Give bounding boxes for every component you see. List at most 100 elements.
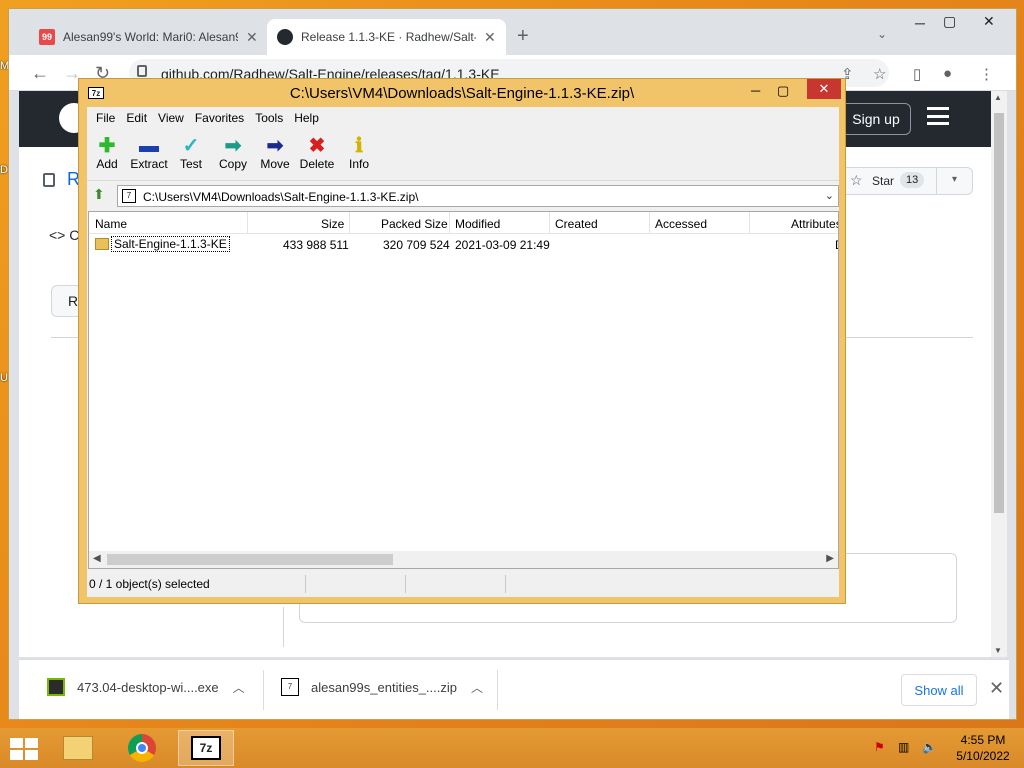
col-attributes[interactable]: Attributes [791,217,838,231]
window-title: C:\Users\VM4\Downloads\Salt-Engine-1.1.3… [289,85,635,102]
7zip-client: File Edit View Favorites Tools Help ✚ Ad… [87,107,839,597]
back-arrow-icon[interactable]: ← [31,63,49,84]
col-modified[interactable]: Modified [455,217,500,231]
move-arrow-icon: ➡ [266,135,284,157]
lock-icon [137,65,147,77]
menu-help[interactable]: Help [291,107,323,129]
tab-search-chevron-icon[interactable]: ⌄ [877,27,887,41]
divider [349,212,350,234]
chevron-up-icon[interactable]: ︿ [471,679,483,696]
github-favicon-icon [277,29,293,45]
close-window-icon[interactable]: ✕ [807,79,841,99]
new-tab-icon[interactable]: + [517,25,529,48]
tab-code[interactable]: <> C [49,227,79,243]
download-filename: alesan99s_entities_....zip [311,679,457,695]
close-shelf-icon[interactable]: ✕ [989,678,1004,699]
divider [405,575,406,593]
col-name[interactable]: Name [95,217,127,231]
star-icon: ☆ [850,172,863,188]
chevron-up-icon[interactable]: ︿ [233,679,245,696]
path-combobox[interactable]: 7 C:\Users\VM4\Downloads\Salt-Engine-1.1… [117,185,839,207]
minimize-icon[interactable]: ─ [915,15,925,31]
row-attributes: D [835,238,838,252]
7zip-icon[interactable]: 7z [178,730,234,766]
move-label: Move [260,157,290,171]
divider [505,575,506,593]
speaker-muted-icon[interactable]: 🔈 [922,740,937,754]
tab-strip: 99 Alesan99's World: Mari0: Alesan99 ✕ R… [9,9,1016,55]
col-accessed[interactable]: Accessed [655,217,707,231]
add-label: Add [96,157,118,171]
copy-label: Copy [218,157,247,171]
info-label: Info [348,157,369,171]
scroll-thumb[interactable] [994,113,1004,513]
scroll-left-icon[interactable]: ◀ [93,553,101,564]
add-button[interactable]: ✚ Add [83,135,131,171]
archive-icon: 7 [122,189,136,203]
scroll-thumb[interactable] [107,554,393,565]
menu-file[interactable]: File [93,107,119,129]
move-button[interactable]: ➡ Move [251,135,299,171]
test-button[interactable]: ✓ Test [167,135,215,171]
divider [649,212,650,234]
caret-down-icon[interactable]: ▾ [952,174,957,185]
info-button[interactable]: ℹ Info [335,135,383,171]
repo-icon [43,173,55,187]
network-icon[interactable]: ▥ [898,740,909,754]
dropdown-chevron-icon[interactable]: ⌄ [825,189,834,202]
divider [449,212,450,234]
clock[interactable]: 4:55 PM 5/10/2022 [950,732,1016,764]
copy-button[interactable]: ➡ Copy [209,135,257,171]
close-tab-icon[interactable]: ✕ [246,29,258,46]
folder-icon [95,238,109,250]
star-count: 13 [900,172,925,188]
folder-up-icon[interactable]: ⬆ [93,186,111,204]
chrome-icon[interactable] [114,730,170,766]
scroll-up-icon[interactable]: ▲ [994,93,1002,102]
7zip-icon: 7 [281,678,299,696]
maximize-icon[interactable]: ▢ [777,83,789,99]
file-list[interactable]: Name Size Packed Size Modified Created A… [88,211,839,569]
delete-x-icon: ✖ [308,135,326,157]
info-icon: ℹ [355,135,363,157]
bookmark-star-icon[interactable]: ☆ [873,65,886,83]
profile-avatar-icon[interactable]: ● [943,65,952,82]
file-explorer-icon[interactable] [50,730,106,766]
row-size: 433 988 511 [283,238,349,252]
col-packed-size[interactable]: Packed Size [381,217,448,231]
close-window-icon[interactable]: ✕ [983,13,995,30]
download-item[interactable]: 7 alesan99s_entities_....zip ︿ [281,678,483,696]
menu-edit[interactable]: Edit [123,107,151,129]
horizontal-scrollbar[interactable]: ◀ ▶ [89,551,838,568]
close-tab-icon[interactable]: ✕ [484,29,496,46]
show-all-button[interactable]: Show all [901,674,977,706]
row-modified: 2021-03-09 21:49 [455,238,550,252]
extract-button[interactable]: ▬ Extract [125,135,173,171]
col-size[interactable]: Size [321,217,344,231]
7zip-titlebar[interactable]: 7z C:\Users\VM4\Downloads\Salt-Engine-1.… [79,79,845,107]
divider [247,212,248,234]
tab-release[interactable]: Release 1.1.3-KE · Radhew/Salt-Engine ✕ [267,19,506,55]
menu-favorites[interactable]: Favorites [192,107,248,129]
page-scrollbar[interactable]: ▲ ▼ [991,91,1007,657]
start-windows-icon[interactable] [10,738,38,760]
kebab-menu-icon[interactable]: ⋮ [979,65,994,83]
tab-alesan99[interactable]: 99 Alesan99's World: Mari0: Alesan99 ✕ [29,19,268,55]
copy-arrow-icon: ➡ [224,135,242,157]
address-row: ⬆ 7 C:\Users\VM4\Downloads\Salt-Engine-1… [87,183,839,209]
maximize-icon[interactable]: ▢ [943,13,956,30]
minimize-icon[interactable]: ─ [751,83,760,98]
action-center-flag-icon[interactable]: ⚑ [874,740,885,754]
menu-view[interactable]: View [155,107,188,129]
menu-tools[interactable]: Tools [252,107,287,129]
download-item[interactable]: 473.04-desktop-wi....exe ︿ [47,678,245,696]
scroll-down-icon[interactable]: ▼ [994,646,1002,655]
table-row[interactable]: Salt-Engine-1.1.3-KE 433 988 511 320 709… [89,235,838,253]
star-button[interactable]: ☆ Star 13 ▾ [839,167,973,195]
scroll-right-icon[interactable]: ▶ [826,553,834,564]
col-created[interactable]: Created [555,217,598,231]
delete-button[interactable]: ✖ Delete [293,135,341,171]
hamburger-menu-icon[interactable] [927,107,949,125]
sign-up-button[interactable]: Sign up [841,103,911,135]
side-panel-icon[interactable]: ▯ [913,65,921,83]
